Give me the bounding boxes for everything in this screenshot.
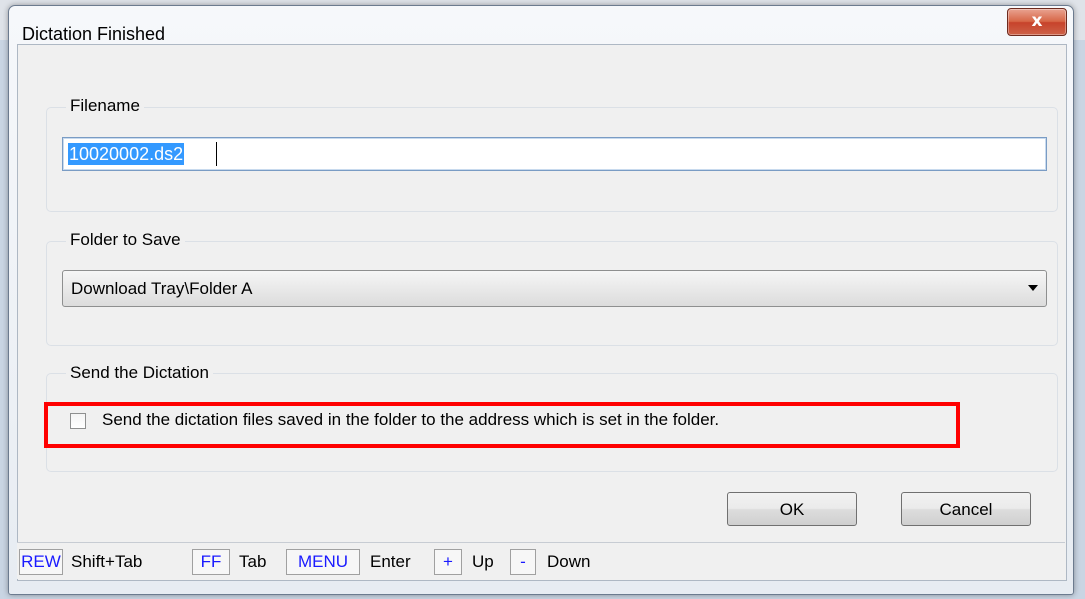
folder-dropdown[interactable]: Download Tray\Folder A xyxy=(62,270,1047,307)
shortcut-action-plus: Up xyxy=(472,552,494,571)
dialog-title: Dictation Finished xyxy=(22,24,166,44)
shortcut-bar: REW Shift+Tab FF Tab MENU Enter + Up - D… xyxy=(17,542,1065,579)
shortcut-key-menu: MENU xyxy=(286,549,360,575)
close-button[interactable]: x xyxy=(1007,8,1067,36)
filename-input[interactable]: 10020002.ds2 xyxy=(62,137,1047,171)
dictation-finished-dialog: Dictation Finished x Filename 10020002.d… xyxy=(8,5,1074,595)
shortcut-key-ff: FF xyxy=(192,549,230,575)
title-bar[interactable]: Dictation Finished x xyxy=(9,6,1073,44)
close-icon: x xyxy=(1031,11,1043,31)
text-caret xyxy=(216,142,217,166)
ok-button[interactable]: OK xyxy=(727,492,857,526)
shortcut-action-menu: Enter xyxy=(370,552,411,571)
filename-group-label: Filename xyxy=(66,96,144,116)
send-dictation-checkbox[interactable] xyxy=(70,413,86,429)
dialog-body: Filename 10020002.ds2 Folder to Save Dow… xyxy=(17,44,1067,581)
shortcut-key-minus: - xyxy=(510,549,536,575)
shortcut-action-minus: Down xyxy=(547,552,591,571)
shortcut-action-ff: Tab xyxy=(239,552,267,571)
chevron-down-icon[interactable] xyxy=(1028,285,1038,291)
filename-value: 10020002.ds2 xyxy=(68,143,185,165)
cancel-button[interactable]: Cancel xyxy=(901,492,1031,526)
send-dictation-checkbox-label[interactable]: Send the dictation files saved in the fo… xyxy=(102,410,719,430)
shortcut-key-plus: + xyxy=(434,549,462,575)
folder-group-label: Folder to Save xyxy=(66,230,185,250)
folder-dropdown-value: Download Tray\Folder A xyxy=(71,279,253,298)
shortcut-action-rew: Shift+Tab xyxy=(71,552,143,571)
send-group-label: Send the Dictation xyxy=(66,363,213,383)
shortcut-key-rew: REW xyxy=(19,549,63,575)
